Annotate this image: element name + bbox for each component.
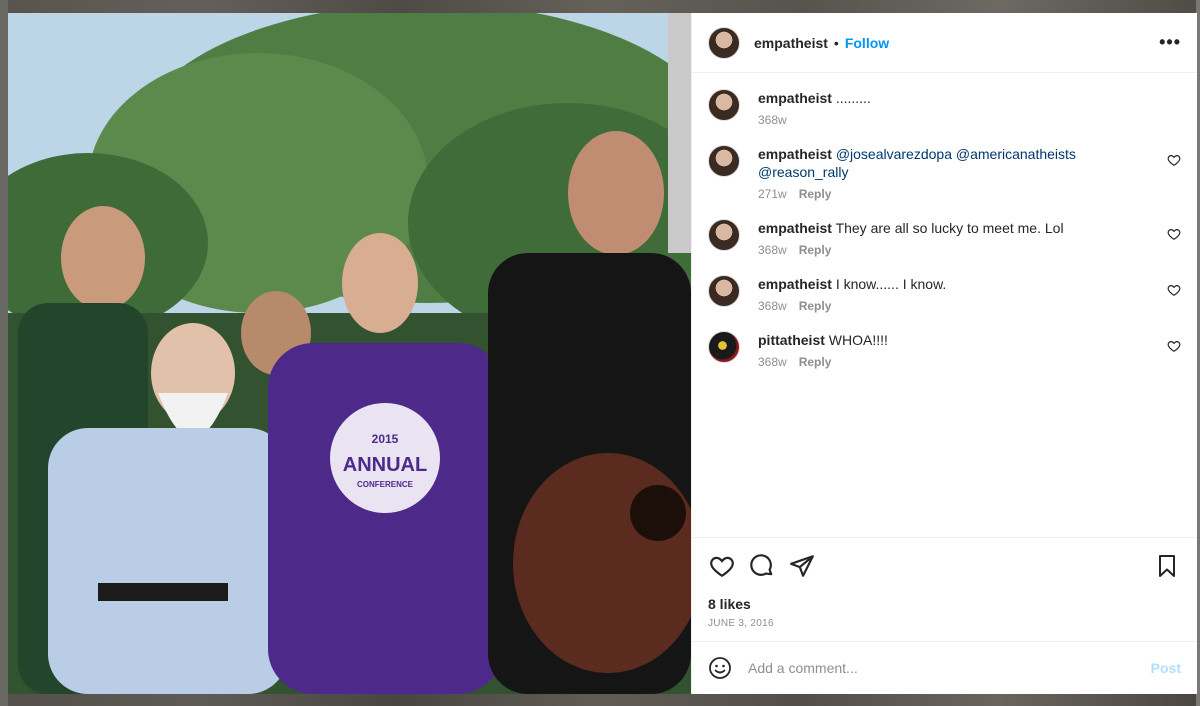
comment-meta: 271w Reply	[758, 187, 1155, 201]
list-item: empatheist @josealvarezdopa @americanath…	[708, 145, 1181, 201]
comment-username[interactable]: empatheist	[758, 220, 832, 236]
comment-time[interactable]: 368w	[758, 113, 787, 127]
comments-list[interactable]: empatheist ......... 368w empatheist @jo…	[692, 73, 1197, 537]
header-username[interactable]: empatheist	[754, 35, 828, 51]
heart-icon[interactable]	[1167, 153, 1181, 167]
comment-text: empatheist They are all so lucky to meet…	[758, 219, 1155, 237]
comment-body: WHOA!!!!	[828, 332, 888, 348]
heart-icon[interactable]	[1167, 283, 1181, 297]
reply-button[interactable]: Reply	[799, 355, 832, 369]
comment-text: pittatheist WHOA!!!!	[758, 331, 1155, 349]
comment-body: They are all so lucky to meet me. Lol	[835, 220, 1064, 236]
comment-username[interactable]: pittatheist	[758, 332, 825, 348]
comment-text: empatheist .........	[758, 89, 1155, 107]
comment-time[interactable]: 368w	[758, 299, 787, 313]
avatar[interactable]	[708, 89, 740, 121]
reply-button[interactable]: Reply	[799, 243, 832, 257]
comment-username[interactable]: empatheist	[758, 90, 832, 106]
reply-button[interactable]: Reply	[799, 299, 832, 313]
comment-username[interactable]: empatheist	[758, 146, 832, 162]
comment-meta: 368w Reply	[758, 299, 1155, 313]
reply-button[interactable]: Reply	[799, 187, 832, 201]
shirt-year-text: 2015	[372, 432, 399, 446]
avatar[interactable]	[708, 145, 740, 177]
header-separator: •	[833, 34, 839, 51]
post-actions: 8 likes JUNE 3, 2016	[692, 537, 1197, 641]
post-header: empatheist • Follow •••	[692, 13, 1197, 73]
shirt-main-text: ANNUAL	[343, 454, 427, 476]
avatar[interactable]	[708, 26, 740, 59]
likes-count[interactable]: 8 likes	[708, 596, 1181, 612]
comment-time[interactable]: 368w	[758, 355, 787, 369]
list-item: empatheist ......... 368w	[708, 89, 1181, 127]
comment-body: .........	[835, 90, 871, 106]
action-icon-row	[708, 550, 1181, 582]
heart-icon[interactable]	[708, 552, 736, 580]
list-item: empatheist They are all so lucky to meet…	[708, 219, 1181, 257]
backdrop-left-edge	[0, 0, 8, 706]
backdrop-strip-top	[0, 0, 1200, 14]
comment-time[interactable]: 271w	[758, 187, 787, 201]
post-modal: 2015 ANNUAL CONFERENCE empatheist • Foll…	[8, 13, 1197, 694]
share-icon[interactable]	[788, 552, 816, 580]
comment-body: I know...... I know.	[835, 276, 947, 292]
avatar[interactable]	[708, 219, 740, 251]
list-item: empatheist I know...... I know. 368w Rep…	[708, 275, 1181, 313]
mention-link[interactable]: @americanatheists	[956, 146, 1076, 162]
post-photo[interactable]: 2015 ANNUAL CONFERENCE	[8, 13, 691, 694]
shirt-sub-text: CONFERENCE	[357, 480, 414, 489]
mention-link[interactable]: @reason_rally	[758, 164, 848, 180]
comment-text: empatheist @josealvarezdopa @americanath…	[758, 145, 1155, 181]
list-item: pittatheist WHOA!!!! 368w Reply	[708, 331, 1181, 369]
emoji-icon[interactable]	[708, 656, 732, 680]
comment-text: empatheist I know...... I know.	[758, 275, 1155, 293]
post-button[interactable]: Post	[1151, 660, 1181, 676]
mention-link[interactable]: @josealvarezdopa	[836, 146, 952, 162]
comment-username[interactable]: empatheist	[758, 276, 832, 292]
comment-meta: 368w Reply	[758, 243, 1155, 257]
comment-input[interactable]	[748, 660, 1151, 676]
photo-illustration: 2015 ANNUAL CONFERENCE	[8, 13, 691, 694]
comment-meta: 368w	[758, 113, 1155, 127]
heart-icon[interactable]	[1167, 227, 1181, 241]
avatar[interactable]	[708, 275, 740, 307]
avatar[interactable]	[708, 331, 740, 363]
add-comment-bar: Post	[692, 641, 1197, 694]
more-icon[interactable]: •••	[1159, 32, 1181, 53]
post-side-panel: empatheist • Follow ••• empatheist .....…	[691, 13, 1197, 694]
backdrop-strip-bottom	[0, 694, 1200, 706]
comment-meta: 368w Reply	[758, 355, 1155, 369]
comment-time[interactable]: 368w	[758, 243, 787, 257]
comment-icon[interactable]	[748, 552, 776, 580]
post-date: JUNE 3, 2016	[708, 618, 774, 629]
bookmark-icon[interactable]	[1153, 552, 1181, 580]
follow-button[interactable]: Follow	[845, 35, 889, 51]
heart-icon[interactable]	[1167, 339, 1181, 353]
